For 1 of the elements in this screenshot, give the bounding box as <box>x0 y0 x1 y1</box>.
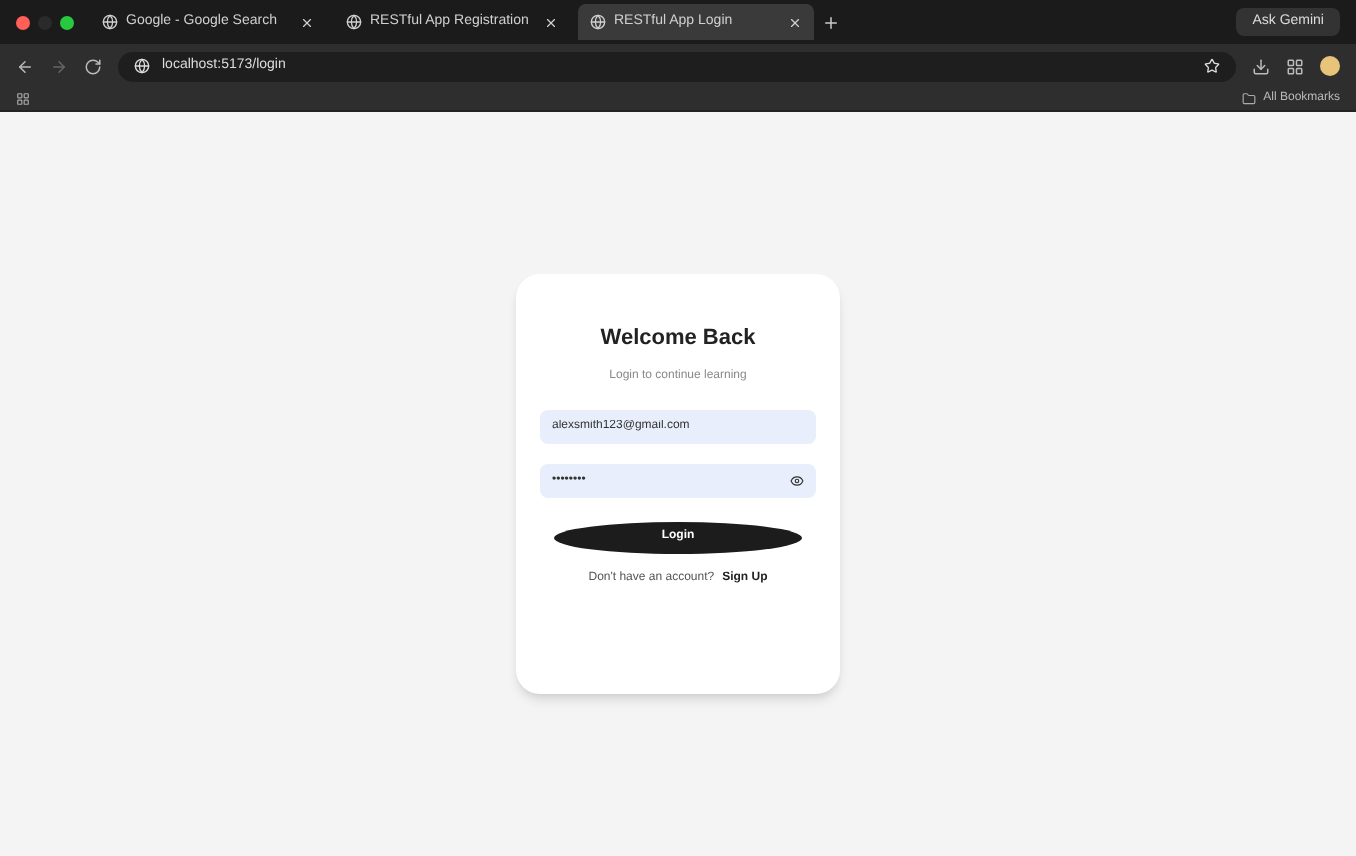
welcome-title: Welcome Back <box>600 324 756 354</box>
